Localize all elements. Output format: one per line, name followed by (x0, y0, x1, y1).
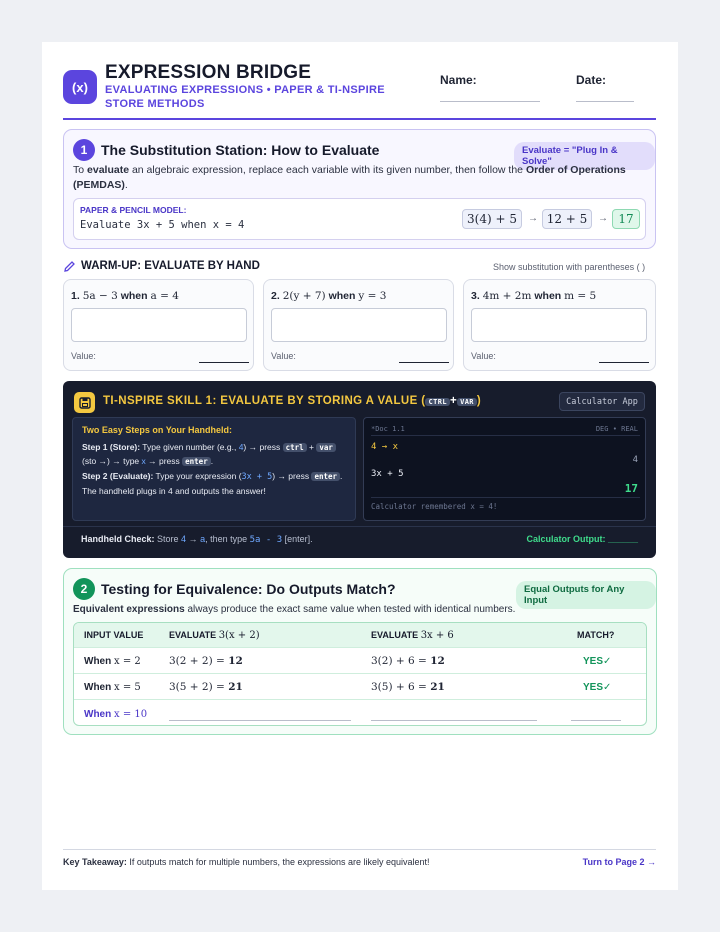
col-expr2-header: EVALUATE 3x + 6 (371, 630, 454, 641)
problem-label: 1. 5a − 3 when a = 4 (71, 290, 179, 302)
tinspire-title: TI-NSPIRE SKILL 1: EVALUATE BY STORING A… (103, 395, 482, 407)
equivalence-table: INPUT VALUE EVALUATE 3(x + 2) EVALUATE 3… (73, 622, 647, 726)
answer-box[interactable] (271, 308, 447, 342)
step-substitute: 3(4) + 5 (462, 209, 522, 229)
logo-icon: (x) (63, 70, 97, 104)
check-divider (63, 526, 656, 527)
step-answer: 17 (612, 209, 640, 229)
expr1-cell: 3(2 + 2) = 12 (169, 655, 243, 667)
col-expr1-header: EVALUATE 3(x + 2) (169, 630, 260, 641)
value-field[interactable] (599, 362, 649, 363)
expr2-cell: 3(5) + 6 = 21 (371, 681, 445, 693)
table-row: When x = 10 (74, 699, 646, 725)
step-2-text: Step 2 (Evaluate): Type your expression … (82, 471, 343, 496)
screen-divider (371, 497, 640, 498)
warmup-title: WARM-UP: EVALUATE BY HAND (81, 260, 260, 272)
problem-label: 2. 2(y + 7) when y = 3 (271, 290, 387, 302)
steps-title: Two Easy Steps on Your Handheld: (82, 425, 233, 435)
section-title: The Substitution Station: How to Evaluat… (101, 142, 380, 158)
input-cell: When x = 10 (84, 709, 148, 720)
section-intro: To evaluate an algebraic expression, rep… (73, 164, 626, 191)
page-subtitle: EVALUATING EXPRESSIONS • PAPER & TI-NSPI… (105, 84, 385, 110)
name-field[interactable] (440, 101, 540, 102)
page-title: EXPRESSION BRIDGE (105, 62, 312, 83)
screen-line-1: 4 → x (371, 442, 399, 452)
answer-box[interactable] (71, 308, 247, 342)
warmup-hint: Show substitution with parentheses ( ) (493, 262, 646, 272)
section-intro: Equivalent expressions always produce th… (73, 604, 516, 615)
pencil-icon (63, 260, 76, 278)
expr1-answer-field[interactable] (169, 720, 351, 721)
match-cell: YES✓ (583, 656, 612, 667)
value-label: Value: (471, 351, 496, 361)
section-number: 2 (73, 578, 95, 600)
steps-box: Two Easy Steps on Your Handheld: Step 1 … (72, 417, 356, 521)
value-field[interactable] (199, 362, 249, 363)
screen-divider (371, 435, 640, 436)
date-label: Date: (576, 73, 607, 87)
arrow-icon: → (528, 213, 538, 224)
header-divider (63, 118, 656, 120)
col-match-header: MATCH? (577, 630, 615, 640)
footer-divider (63, 849, 656, 850)
paper-pencil-model: PAPER & PENCIL MODEL: Evaluate 3x + 5 wh… (73, 198, 646, 240)
substitution-section: 1 The Substitution Station: How to Evalu… (63, 129, 656, 249)
arrow-icon: → (598, 213, 608, 224)
expr2-answer-field[interactable] (371, 720, 537, 721)
expr2-cell: 3(2) + 6 = 12 (371, 655, 445, 667)
warmup-card-2: 2. 2(y + 7) when y = 3 Value: (263, 279, 454, 371)
calculator-app-button[interactable]: Calculator App (559, 392, 645, 411)
model-label: PAPER & PENCIL MODEL: (80, 205, 187, 215)
value-label: Value: (271, 351, 296, 361)
screen-output-2: 17 (624, 482, 638, 495)
match-answer-field[interactable] (571, 720, 621, 721)
match-cell: YES✓ (583, 682, 612, 693)
name-label: Name: (440, 73, 477, 87)
input-cell: When x = 5 (84, 682, 141, 693)
warmup-card-3: 3. 4m + 2m when m = 5 Value: (463, 279, 656, 371)
screen-output-1: 4 (632, 455, 638, 465)
date-field[interactable] (576, 101, 634, 102)
value-field[interactable] (399, 362, 449, 363)
worksheet-page: (x) EXPRESSION BRIDGE EVALUATING EXPRESS… (42, 42, 678, 890)
key-takeaway: Key Takeaway: If outputs match for multi… (63, 857, 430, 867)
warmup-card-1: 1. 5a − 3 when a = 4 Value: (63, 279, 254, 371)
calculator-screen: *Doc 1.1 DEG • REAL 4 → x 4 3x + 5 17 Ca… (363, 417, 646, 521)
table-row: When x = 2 3(2 + 2) = 12 3(2) + 6 = 12 Y… (74, 647, 646, 673)
answer-box[interactable] (471, 308, 647, 342)
screen-mode: DEG • REAL (595, 425, 638, 433)
table-header (74, 623, 646, 647)
handheld-check: Handheld Check: Store 4 → a, then type 5… (81, 534, 313, 545)
value-label: Value: (71, 351, 96, 361)
screen-line-2: 3x + 5 (371, 469, 404, 479)
table-row: When x = 5 3(5 + 2) = 21 3(5) + 6 = 21 Y… (74, 673, 646, 699)
save-icon (74, 392, 95, 413)
next-page-link[interactable]: Turn to Page 2 → (583, 857, 656, 867)
col-input-header: INPUT VALUE (84, 630, 144, 640)
section-title: Testing for Equivalence: Do Outputs Matc… (101, 581, 396, 597)
step-multiply: 12 + 5 (542, 209, 592, 229)
calculator-output-field[interactable]: Calculator Output: ______ (526, 534, 638, 544)
equal-outputs-pill: Equal Outputs for Any Input (516, 581, 656, 609)
screen-note: Calculator remembered x = 4! (371, 502, 498, 511)
model-text: Evaluate 3x + 5 when x = 4 (80, 219, 245, 231)
problem-label: 3. 4m + 2m when m = 5 (471, 290, 597, 302)
input-cell: When x = 2 (84, 656, 141, 667)
step-1-text: Step 1 (Store): Type given number (e.g.,… (82, 441, 348, 468)
tinspire-skill-panel: TI-NSPIRE SKILL 1: EVALUATE BY STORING A… (63, 381, 656, 558)
screen-doc: *Doc 1.1 (371, 425, 405, 433)
expr1-cell: 3(5 + 2) = 21 (169, 681, 243, 693)
section-number: 1 (73, 139, 95, 161)
equivalence-section: 2 Testing for Equivalence: Do Outputs Ma… (63, 568, 657, 735)
